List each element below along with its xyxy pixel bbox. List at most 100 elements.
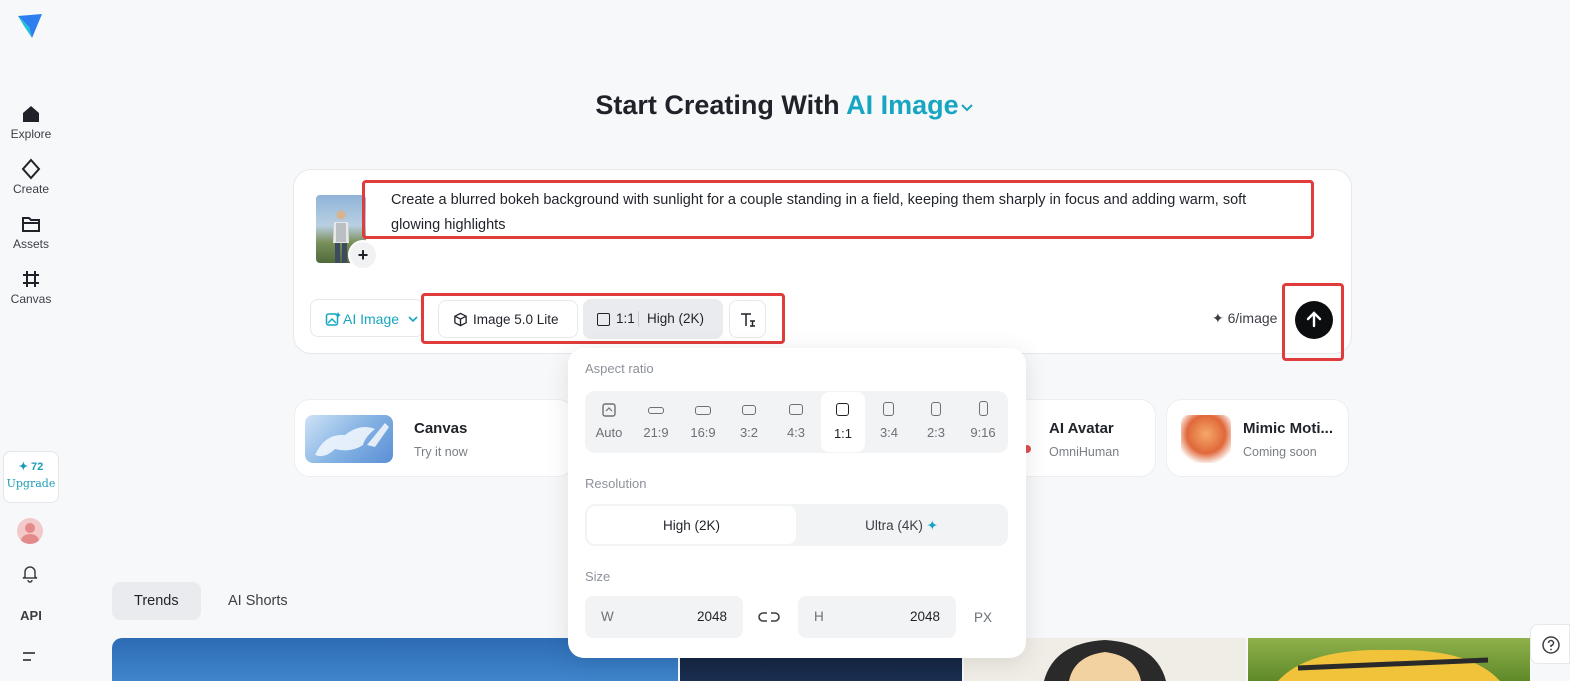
aspect-ratio-options: Auto 21:9 16:9 3:2 4:3 1:1 3:4 2:3 9:16 bbox=[585, 391, 1008, 453]
chevron-down-icon bbox=[408, 316, 418, 323]
upgrade-label: Upgrade bbox=[6, 477, 56, 490]
width-value: 2048 bbox=[696, 609, 727, 624]
ratio-label: 4:3 bbox=[786, 425, 806, 440]
ratio-option-1-1[interactable]: 1:1 bbox=[821, 392, 865, 452]
ratio-shape-icon bbox=[695, 406, 711, 415]
feature-card-mimic-motion[interactable]: Mimic Moti... Coming soon bbox=[1166, 399, 1349, 477]
sidebar-item-create[interactable]: Create bbox=[0, 158, 62, 196]
menu-icon[interactable] bbox=[21, 650, 39, 664]
ratio-option-2-3[interactable]: 2:3 bbox=[914, 391, 958, 453]
ratio-option-16-9[interactable]: 16:9 bbox=[681, 391, 725, 453]
resolution-title: Resolution bbox=[585, 476, 647, 491]
title-accent: AI Image bbox=[846, 90, 959, 120]
cube-icon bbox=[454, 312, 467, 327]
sidebar-item-assets[interactable]: Assets bbox=[0, 213, 62, 251]
resolution-label: Ultra (4K) bbox=[865, 518, 923, 533]
help-icon bbox=[1542, 636, 1560, 654]
ratio-label: 16:9 bbox=[690, 425, 716, 440]
size-unit: PX bbox=[974, 610, 993, 625]
ratio-label: 1:1 bbox=[833, 426, 853, 441]
sparkle-icon: ✦ bbox=[926, 518, 938, 533]
card-subtitle: Try it now bbox=[414, 445, 468, 459]
help-button[interactable] bbox=[1530, 624, 1570, 664]
width-key: W bbox=[601, 609, 614, 624]
text-format-icon bbox=[741, 313, 755, 327]
mode-dropdown-button[interactable]: AI Image bbox=[310, 299, 424, 337]
divider bbox=[638, 311, 639, 327]
arrow-up-icon bbox=[1306, 311, 1322, 328]
ratio-option-3-4[interactable]: 3:4 bbox=[867, 391, 911, 453]
height-key: H bbox=[814, 609, 824, 624]
credits-count: ✦ 72 bbox=[18, 461, 44, 473]
ratio-option-21-9[interactable]: 21:9 bbox=[634, 391, 678, 453]
ratio-label: 9:16 bbox=[970, 425, 996, 440]
card-title: Canvas bbox=[414, 420, 468, 437]
cost-per-image: ✦ 6/image bbox=[1212, 310, 1278, 326]
sidebar-item-label: Create bbox=[12, 182, 50, 196]
sidebar-item-canvas[interactable]: Canvas bbox=[0, 268, 62, 306]
folder-icon bbox=[22, 217, 40, 232]
diamond-icon bbox=[21, 158, 41, 180]
aspect-settings-panel: Aspect ratio Auto 21:9 16:9 3:2 4:3 1:1 … bbox=[568, 348, 1026, 658]
chevron-down-icon bbox=[960, 104, 973, 112]
ratio-shape-icon bbox=[883, 402, 894, 416]
resolution-option-ultra[interactable]: Ultra (4K) ✦ bbox=[797, 506, 1006, 544]
mimic-image bbox=[1181, 415, 1231, 463]
add-image-button[interactable]: + bbox=[348, 240, 378, 270]
height-field[interactable]: H 2048 bbox=[798, 596, 956, 638]
sidebar-item-label: Explore bbox=[10, 127, 52, 141]
ratio-shape-icon bbox=[836, 403, 849, 416]
ratio-label: Auto bbox=[595, 425, 623, 440]
text-style-button[interactable] bbox=[729, 300, 766, 338]
model-label: Image 5.0 Lite bbox=[473, 312, 559, 327]
bell-icon[interactable] bbox=[20, 563, 40, 583]
ratio-shape-icon bbox=[648, 407, 664, 414]
link-icon[interactable] bbox=[758, 609, 780, 625]
tab-trends[interactable]: Trends bbox=[112, 582, 201, 620]
gallery-image[interactable] bbox=[1248, 638, 1530, 681]
ratio-label: 2:3 bbox=[926, 425, 946, 440]
ratio-label: 3:2 bbox=[739, 425, 759, 440]
ratio-label: 1:1 bbox=[616, 311, 635, 326]
ratio-shape-icon bbox=[789, 404, 803, 415]
prompt-box: + Create a blurred bokeh background with… bbox=[293, 169, 1352, 361]
auto-ratio-icon bbox=[602, 403, 616, 417]
mode-selector[interactable]: AI Image bbox=[846, 90, 975, 120]
ratio-option-9-16[interactable]: 9:16 bbox=[961, 391, 1005, 453]
send-button[interactable] bbox=[1295, 301, 1333, 339]
highlight-settings-group: Image 5.0 Lite 1:1 High (2K) bbox=[421, 293, 785, 344]
card-title: AI Avatar bbox=[1049, 420, 1114, 437]
tab-ai-shorts[interactable]: AI Shorts bbox=[206, 582, 310, 620]
square-ratio-icon bbox=[597, 313, 610, 326]
image-sparkle-icon bbox=[325, 312, 341, 326]
aspect-ratio-title: Aspect ratio bbox=[585, 361, 654, 376]
prompt-input[interactable]: Create a blurred bokeh background with s… bbox=[362, 180, 1314, 239]
mode-label: AI Image bbox=[343, 311, 400, 327]
avatar[interactable] bbox=[17, 518, 43, 544]
crop-icon bbox=[23, 271, 39, 287]
ratio-option-3-2[interactable]: 3:2 bbox=[727, 391, 771, 453]
ratio-shape-icon bbox=[931, 402, 941, 416]
ratio-option-auto[interactable]: Auto bbox=[587, 391, 631, 453]
sidebar-item-label: Canvas bbox=[10, 292, 52, 306]
pegasus-image bbox=[305, 415, 393, 463]
resolution-option-high[interactable]: High (2K) bbox=[587, 506, 796, 544]
model-selector-button[interactable]: Image 5.0 Lite bbox=[438, 300, 578, 338]
feature-card-ai-avatar[interactable]: AI Avatar OmniHuman bbox=[1010, 399, 1156, 477]
sidebar-item-label: Assets bbox=[12, 237, 49, 251]
api-link[interactable]: API bbox=[0, 608, 62, 623]
width-field[interactable]: W 2048 bbox=[585, 596, 743, 638]
ratio-shape-icon bbox=[742, 405, 756, 415]
resolution-options: High (2K) Ultra (4K) ✦ bbox=[585, 504, 1008, 546]
logo-icon[interactable] bbox=[16, 12, 44, 40]
page-title: Start Creating With AI Image bbox=[0, 90, 1570, 121]
size-title: Size bbox=[585, 569, 611, 584]
ratio-option-4-3[interactable]: 4:3 bbox=[774, 391, 818, 453]
card-subtitle: OmniHuman bbox=[1049, 445, 1120, 459]
upgrade-button[interactable]: ✦ 72 Upgrade bbox=[3, 451, 59, 503]
ratio-quality-button[interactable]: 1:1 High (2K) bbox=[583, 299, 723, 339]
ratio-label: 3:4 bbox=[879, 425, 899, 440]
feature-card-canvas[interactable]: Canvas Try it now bbox=[294, 399, 574, 477]
card-subtitle: Coming soon bbox=[1243, 445, 1317, 459]
ratio-label: 21:9 bbox=[643, 425, 669, 440]
